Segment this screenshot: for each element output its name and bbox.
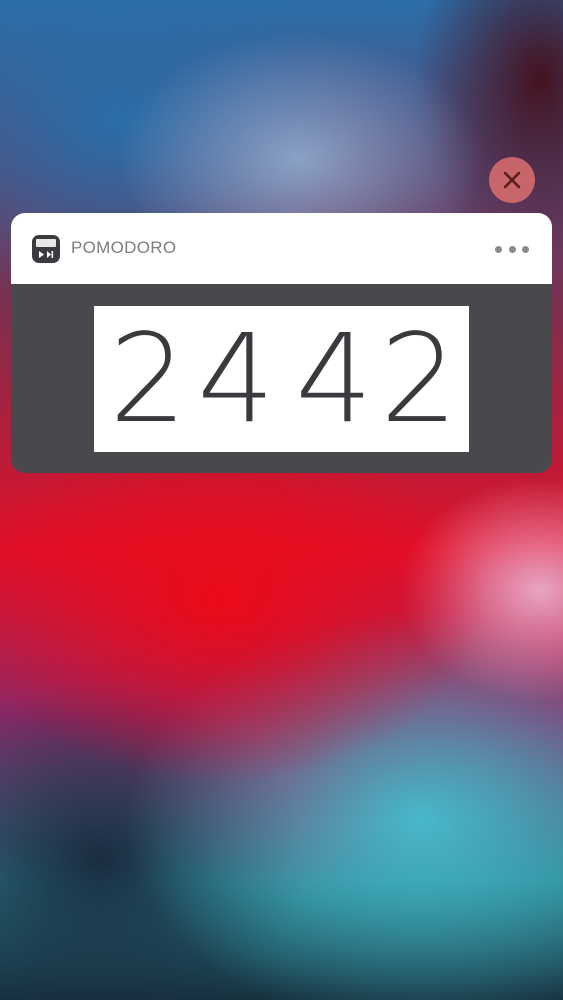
app-name: POMODORO <box>71 238 177 257</box>
timer-display: 2 4 4 2 <box>94 306 469 452</box>
timer-seconds-tens: 4 <box>295 308 373 450</box>
notification-header: POMODORO <box>11 213 552 284</box>
play-skip-icon <box>39 251 54 258</box>
more-icon[interactable] <box>495 243 529 255</box>
wallpaper <box>0 0 563 1000</box>
notification-card[interactable]: POMODORO 2 4 4 2 <box>11 213 552 473</box>
timer-minutes-ones: 4 <box>197 308 275 450</box>
more-dot <box>522 245 529 253</box>
timer-minutes-tens: 2 <box>109 308 187 450</box>
close-button[interactable] <box>489 157 535 203</box>
more-dot <box>508 245 516 253</box>
close-icon <box>503 171 521 189</box>
more-dot <box>495 245 502 253</box>
lock-screen: POMODORO 2 4 4 2 <box>0 0 563 1000</box>
pomodoro-app-icon <box>32 235 60 263</box>
timer-seconds-ones: 2 <box>380 308 458 450</box>
